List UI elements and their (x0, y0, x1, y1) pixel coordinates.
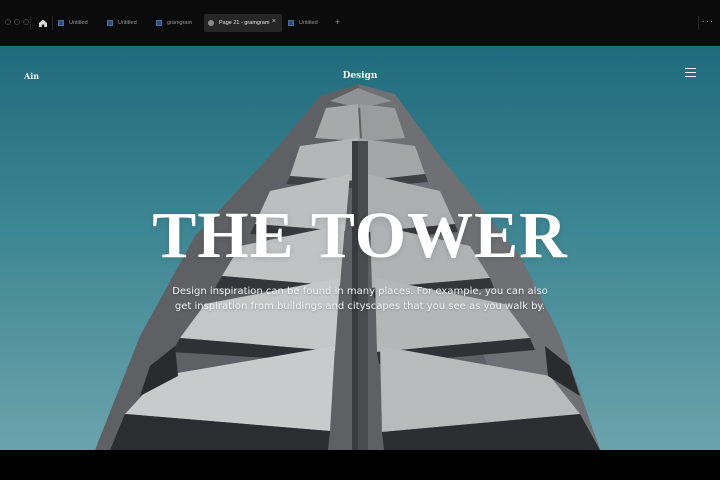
hamburger-menu-icon[interactable] (685, 68, 696, 77)
tab-untitled-1[interactable]: Untitled (54, 14, 100, 32)
hero-title: THE TOWER (152, 199, 568, 272)
tab-page-21-gramgram[interactable]: Page 21 - gramgram × (204, 14, 282, 32)
browser-toolbar: Untitled Untitled gramgram Page 21 - gra… (0, 0, 720, 46)
tab-label: Untitled (69, 20, 88, 26)
tab-label: Untitled (299, 20, 318, 26)
page-favicon-icon (288, 20, 294, 26)
close-icon[interactable]: × (272, 18, 276, 25)
more-icon[interactable]: ··· (702, 16, 714, 26)
window-minimize-button[interactable] (14, 19, 20, 25)
window-zoom-button[interactable] (23, 19, 29, 25)
menu-bar (685, 72, 696, 73)
page-favicon-icon (156, 20, 162, 26)
page-favicon-icon (58, 20, 64, 26)
home-button[interactable] (36, 16, 50, 30)
tab-label: Untitled (118, 20, 137, 26)
tab-untitled-2[interactable]: Untitled (103, 14, 149, 32)
new-tab-button[interactable]: + (335, 17, 340, 27)
site-title[interactable]: Design (0, 71, 720, 81)
home-icon (39, 19, 47, 27)
tab-gramgram[interactable]: gramgram (152, 14, 200, 32)
tab-label: Page 21 - gramgram (219, 20, 270, 26)
toolbar-divider (52, 16, 53, 30)
toolbar-divider (30, 16, 31, 30)
menu-bar (685, 76, 696, 77)
hero-description: Design inspiration can be found in many … (172, 286, 548, 312)
bottom-letterbox (0, 450, 720, 480)
hero-section: Ain Design THE TOWER Design inspiration … (0, 46, 720, 450)
window-controls (5, 19, 29, 25)
toolbar-divider (698, 16, 699, 30)
tab-untitled-3[interactable]: Untitled (284, 14, 330, 32)
window-close-button[interactable] (5, 19, 11, 25)
page-favicon-icon (208, 20, 214, 26)
menu-bar (685, 68, 696, 69)
page-favicon-icon (107, 20, 113, 26)
tab-label: gramgram (167, 20, 193, 26)
